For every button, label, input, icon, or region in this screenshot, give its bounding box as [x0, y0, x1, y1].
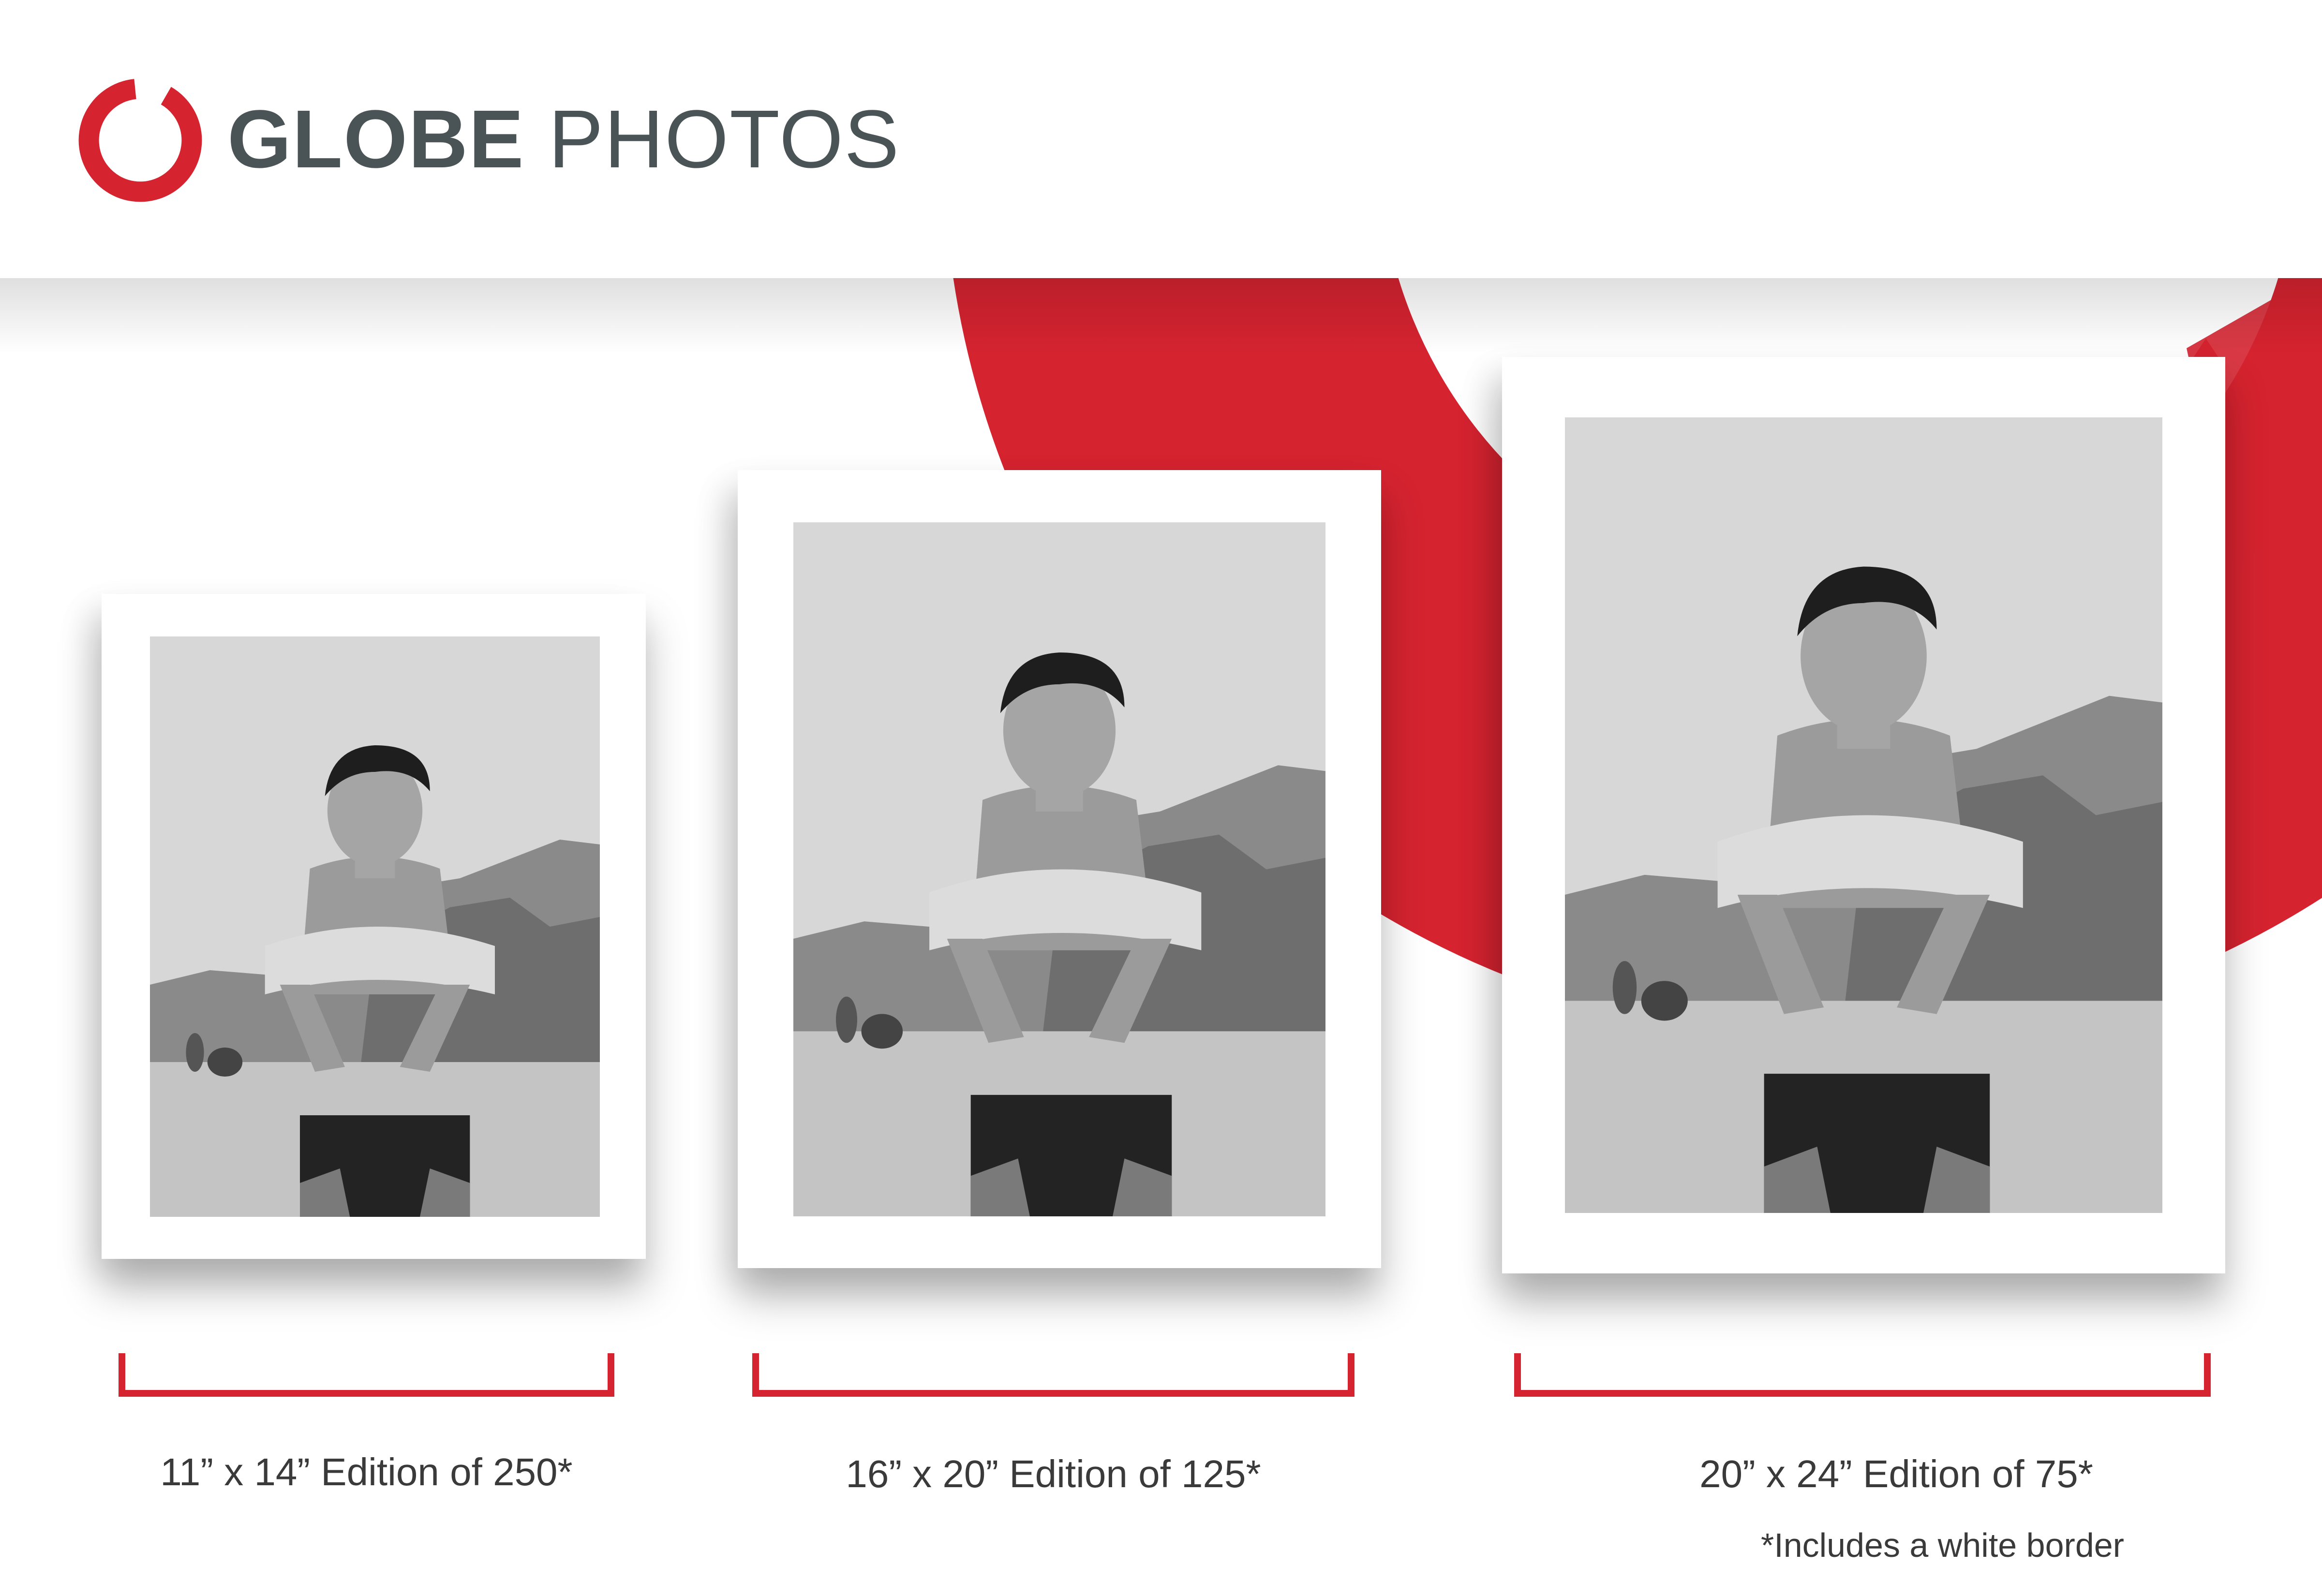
print-frame-medium — [738, 470, 1381, 1268]
caption-medium: 16” x 20” Edition of 125* — [846, 1452, 1261, 1495]
print-photo — [793, 522, 1325, 1216]
print-frame-large — [1502, 357, 2225, 1273]
brand-name-light: PHOTOS — [548, 93, 900, 185]
beach-portrait-image — [1565, 417, 2162, 1213]
header: GLOBE PHOTOS — [0, 0, 2322, 278]
size-bracket-medium — [752, 1353, 1354, 1397]
brand-wordmark: GLOBE PHOTOS — [227, 91, 900, 188]
beach-portrait-image — [150, 636, 600, 1217]
beach-portrait-image — [793, 522, 1325, 1216]
footnote: *Includes a white border — [1761, 1526, 2124, 1564]
brand-name-bold: GLOBE — [227, 93, 525, 185]
size-bracket-large — [1514, 1353, 2211, 1397]
header-shadow — [0, 276, 2322, 353]
caption-large: 20” x 24” Edition of 75* — [1699, 1452, 2093, 1495]
brush-circle-icon — [78, 78, 202, 202]
print-photo — [1565, 417, 2162, 1213]
print-photo — [150, 636, 600, 1217]
caption-small: 11” x 14” Edition of 250* — [160, 1450, 573, 1493]
size-bracket-small — [119, 1353, 614, 1397]
print-frame-small — [102, 594, 646, 1259]
